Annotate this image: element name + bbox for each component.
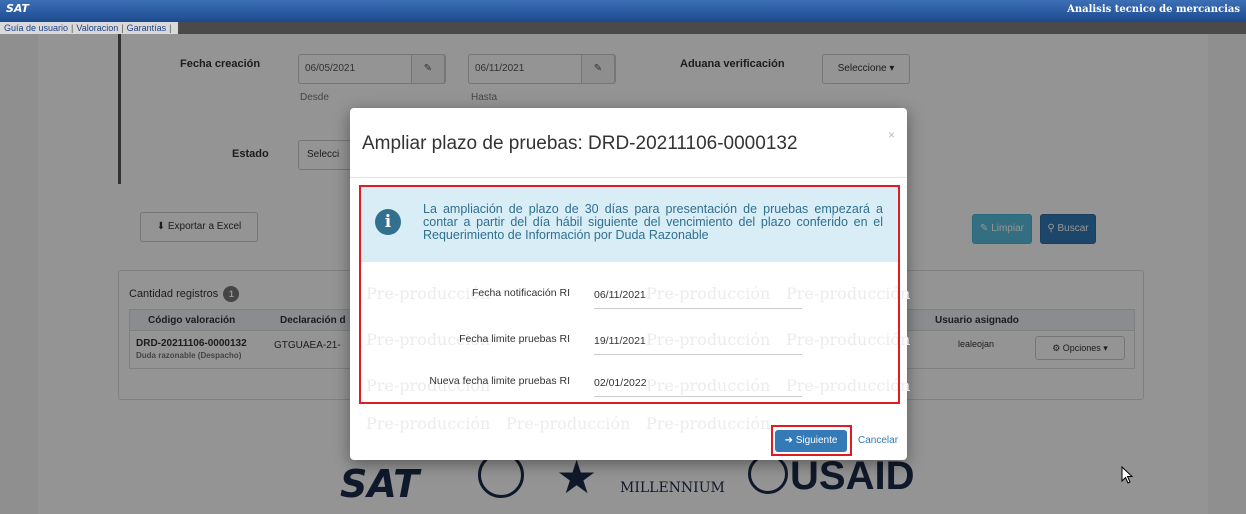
menu-bar: Guía de usuario | Valoracion | Garantías |: [0, 22, 1246, 34]
close-icon[interactable]: ×: [888, 128, 895, 142]
menu-item-guia[interactable]: Guía de usuario: [4, 23, 68, 33]
top-banner: SAT Analisis tecnico de mercancias: [0, 0, 1246, 22]
mouse-cursor-icon: [1121, 466, 1134, 484]
siguiente-label: Siguiente: [795, 435, 838, 446]
app-title: Analisis tecnico de mercancias: [1067, 4, 1240, 15]
modal-header: Ampliar plazo de pruebas: DRD-20211106-0…: [350, 108, 907, 178]
menu-item-valoracion[interactable]: Valoracion: [76, 23, 118, 33]
modal-title: Ampliar plazo de pruebas: DRD-20211106-0…: [362, 133, 798, 154]
nav-links: Guía de usuario | Valoracion | Garantías |: [0, 22, 179, 34]
highlight-box: [359, 185, 900, 404]
menu-item-garantias[interactable]: Garantías: [127, 23, 167, 33]
sat-logo: SAT: [6, 2, 29, 15]
watermark: Pre-producción: [646, 414, 771, 433]
watermark: Pre-producción: [366, 414, 491, 433]
siguiente-button[interactable]: ➜ Siguiente: [775, 430, 847, 452]
arrow-right-icon: ➜: [784, 435, 796, 446]
watermark: Pre-producción: [506, 414, 631, 433]
cancelar-button[interactable]: Cancelar: [858, 435, 898, 446]
